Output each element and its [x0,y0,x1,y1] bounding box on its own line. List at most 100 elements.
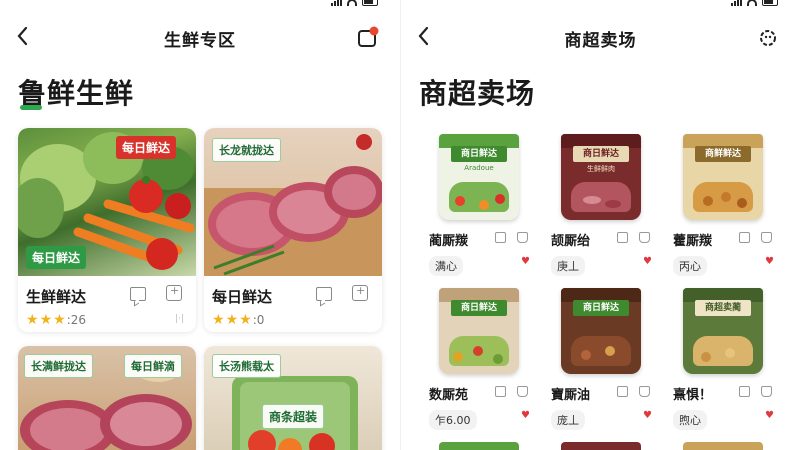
comment-icon[interactable] [739,232,750,243]
comment-icon[interactable] [739,386,750,397]
rating-text: :0 [252,313,265,327]
package-label: 商日鲜达 [573,146,629,162]
product-photo: 长汤熊载太 商条超装 [204,346,382,450]
product-item[interactable]: 商超卖蔺 熹惧！ 煦心 ♥ [665,288,775,430]
product-package-peek [439,442,519,450]
product-package-peek [683,442,763,450]
stepper-hint: |·| [175,314,184,324]
product-title: 数厮苑 [429,388,469,403]
basket-icon[interactable] [761,232,772,243]
section-heading: 鲁鲜生鲜 [18,72,134,112]
add-to-cart-icon[interactable] [352,284,368,301]
star-icon: ★ [225,312,239,328]
heart-icon[interactable]: ♥ [521,256,530,267]
battery-icon [762,0,778,6]
product-package: 商日鲜达 Aradoue [439,134,519,220]
rating-row: ★ ★ ★ :0 [212,312,264,328]
product-package-peek [561,442,641,450]
nav-bar: 生鲜专区 [0,22,400,54]
heart-icon[interactable]: ♥ [765,410,774,421]
basket-icon[interactable] [517,386,528,397]
page-title: 商超卖场 [564,31,637,51]
heading-text: 鲁鲜生鲜 [18,72,134,112]
package-subtitle: 生鲜鲜肉 [587,165,615,173]
product-photo: 长满鲜拢达 每日鲜滴 [18,346,196,450]
promo-tag: 长汤熊载太 [212,354,281,378]
product-card[interactable]: 长汤熊载太 商条超装 [204,346,382,450]
product-title: 蔺厮羰 [429,234,469,249]
product-title: 颉厮绐 [551,234,591,249]
product-title: 藿厮羰 [673,234,713,249]
basket-icon[interactable] [517,232,528,243]
package-label: 商日鲜达 [451,300,507,316]
basket-icon[interactable] [761,386,772,397]
promo-tag: 每日鲜达 [26,246,87,269]
section-heading: 商超卖场 [419,77,536,110]
product-price: 煦心 [673,410,707,430]
basket-icon[interactable] [639,232,650,243]
promo-tag: 每日鲜滴 [124,354,182,378]
package-label: 商日鲜达 [573,300,629,316]
battery-icon [362,0,378,6]
signal-icon [331,0,342,6]
product-item[interactable]: 商日鲜达 Aradoue 蔺厮羰 满心 ♥ [421,134,531,276]
product-card[interactable]: 长满鲜拢达 每日鲜滴 [18,346,196,450]
status-bar [0,0,400,14]
star-half-icon: ★ [239,312,252,328]
package-label: 商超卖蔺 [695,300,751,316]
product-item[interactable]: 商鲜鲜达 藿厮羰 丙心 ♥ [665,134,775,276]
add-to-cart-icon[interactable] [166,284,182,301]
product-price: 满心 [429,256,463,276]
star-half-icon: ★ [53,312,66,328]
notification-bell-icon[interactable] [356,26,380,50]
product-price: 丙心 [673,256,707,276]
product-price: 庞丄 [551,410,585,430]
supermarket-screen: 商超卖场 商超卖场 商日鲜达 Aradoue 蔺厮羰 满心 ♥ 商日鲜达 生鲜鲜… [400,0,800,450]
star-icon: ★ [26,312,39,328]
rating-text: :26 [66,313,86,327]
settings-cog-icon[interactable] [756,26,780,50]
rating-row: ★ ★ ★ :26 [26,312,86,328]
product-item[interactable]: 商日鲜达 数厮苑 乍6.00 ♥ [421,288,531,430]
package-label: 商条超装 [262,404,325,429]
package-label: 商日鲜达 [451,146,507,162]
product-item[interactable]: 商日鲜达 寶厮油 庞丄 ♥ [543,288,653,430]
product-card[interactable]: 长龙就拢达 每日鲜达 ★ ★ ★ :0 [204,128,382,332]
promo-tag: 长龙就拢达 [212,138,281,162]
product-card[interactable]: 每日鲜达 每日鲜达 生鲜鲜达 ★ ★ ★ :26 |·| [18,128,196,332]
comment-icon[interactable] [316,287,332,301]
status-bar [401,0,800,14]
product-name: 每日鲜达 [212,288,273,306]
product-package: 商鲜鲜达 [683,134,763,220]
fresh-zone-screen: 生鲜专区 鲁鲜生鲜 每日鲜达 每日鲜达 生鲜鲜达 ★ ★ ★:26 + |·|… [0,0,400,450]
promo-tag: 每日鲜达 [116,136,177,159]
product-title: 熹惧！ [673,388,713,403]
star-icon: ★ [212,312,225,328]
wifi-icon [347,0,357,6]
basket-icon[interactable] [639,386,650,397]
comment-icon[interactable] [617,232,628,243]
product-package: 商日鲜达 生鲜鲜肉 [561,134,641,220]
page-title: 生鲜专区 [164,31,236,51]
star-icon: ★ [39,312,53,328]
comment-icon[interactable] [130,287,146,301]
wifi-icon [747,0,757,6]
comment-icon[interactable] [495,232,506,243]
comment-icon[interactable] [617,386,628,397]
package-label: 商鲜鲜达 [695,146,751,162]
product-name: 生鲜鲜达 [26,288,87,306]
heart-icon[interactable]: ♥ [521,410,530,421]
package-subtitle: Aradoue [464,164,494,172]
signal-icon [731,0,742,6]
heart-icon[interactable]: ♥ [643,410,652,421]
comment-icon[interactable] [495,386,506,397]
status-icons [731,0,778,6]
nav-bar: 商超卖场 [401,22,800,54]
product-item[interactable]: 商日鲜达 生鲜鲜肉 颉厮绐 庚丄 ♥ [543,134,653,276]
heart-icon[interactable]: ♥ [765,256,774,267]
product-price: 庚丄 [551,256,585,276]
heart-icon[interactable]: ♥ [643,256,652,267]
product-package: 商超卖蔺 [683,288,763,374]
product-photo: 每日鲜达 每日鲜达 [18,128,196,276]
product-package: 商日鲜达 [439,288,519,374]
